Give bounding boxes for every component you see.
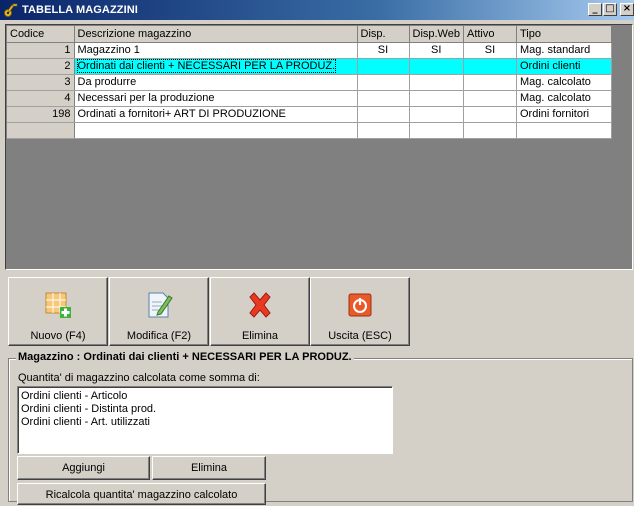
cell-code-text: 2 [64,60,71,72]
cell-type[interactable]: Ordini clienti [516,58,612,75]
list-item[interactable]: Ordini clienti - Distinta prod. [21,403,389,416]
column-header-active[interactable]: Attivo [463,26,517,43]
cell-disp[interactable]: SI [357,42,410,59]
cell-description[interactable]: Ordinati dai clienti + NECESSARI PER LA … [74,58,358,75]
cell-description-text: Ordinati dai clienti + NECESSARI PER LA … [76,59,337,73]
cell-disp-web[interactable] [409,106,464,123]
cell-description-text: Magazzino 1 [77,44,140,56]
cell-active[interactable]: SI [463,42,517,59]
cell-active[interactable] [463,90,517,107]
delete-x-icon [249,292,271,318]
cell-active[interactable] [463,74,517,91]
cell-description-text: Da produrre [77,76,137,88]
cell-description-text: Ordinati a fornitori+ ART DI PRODUZIONE [77,108,286,120]
cell-code-text: 198 [52,108,71,120]
column-header-description[interactable]: Descrizione magazzino [74,26,358,43]
table-row[interactable]: 198 Ordinati a fornitori+ ART DI PRODUZIO… [7,106,612,123]
cell-disp[interactable] [357,106,410,123]
add-item-button[interactable]: Aggiungi [17,456,150,480]
delete-button[interactable]: Elimina [210,277,310,346]
power-icon [348,293,372,317]
cell-description[interactable]: Da produrre [74,74,358,91]
cell-description-text: Necessari per la produzione [77,92,215,104]
edit-button-label: Modifica (F2) [126,330,192,342]
cell-active-text: SI [484,44,496,56]
cell-type-text: Mag. calcolato [519,76,591,88]
cell-disp-web-text: SI [431,44,442,56]
table-row[interactable] [7,122,612,139]
cell-code-text: 1 [64,44,71,56]
table-row[interactable]: 4 Necessari per la produzione Mag. calcola… [7,90,612,107]
sum-listbox[interactable]: Ordini clienti - Articolo Ordini clienti… [17,386,393,454]
maximize-button[interactable]: □ [603,3,617,16]
grid-header: Codice Descrizione magazzino Disp. Disp.… [7,26,612,43]
new-button[interactable]: Nuovo (F4) [8,277,108,346]
cell-disp[interactable] [357,58,410,75]
cell-disp[interactable] [357,122,410,139]
cell-code[interactable]: 1 [7,42,75,59]
cell-active[interactable] [463,106,517,123]
cell-disp-web[interactable]: SI [409,42,464,59]
cell-description[interactable] [74,122,358,139]
cell-type[interactable]: Ordini fornitori [516,106,612,123]
table-row[interactable]: 3 Da produrre Mag. calcolato [7,74,612,91]
cell-code[interactable]: 198 [7,106,75,123]
edit-document-icon [148,292,173,318]
cell-disp-web[interactable] [409,74,464,91]
cell-type-text: Mag. calcolato [519,92,591,104]
main-window: TABELLA MAGAZZINI _ □ × Codice Descrizio… [0,0,634,505]
cell-description[interactable]: Necessari per la produzione [74,90,358,107]
new-button-label: Nuovo (F4) [30,330,86,342]
cell-disp[interactable] [357,90,410,107]
column-header-type[interactable]: Tipo [516,26,612,43]
cell-code[interactable] [7,122,75,139]
cell-code[interactable]: 3 [7,74,75,91]
cell-active[interactable] [463,122,517,139]
warehouse-table: Codice Descrizione magazzino Disp. Disp.… [7,26,612,139]
warehouse-grid[interactable]: Codice Descrizione magazzino Disp. Disp.… [5,24,633,270]
window-title: TABELLA MAGAZZINI [22,4,138,16]
remove-item-button[interactable]: Elimina [152,456,266,480]
cell-disp[interactable] [357,74,410,91]
list-item[interactable]: Ordini clienti - Articolo [21,390,389,403]
cell-type[interactable] [516,122,612,139]
cell-type-text: Ordini clienti [519,60,581,72]
table-row[interactable]: 2 Ordinati dai clienti + NECESSARI PER LA… [7,58,612,75]
cell-type[interactable]: Mag. calcolato [516,90,612,107]
cell-type-text: Mag. standard [519,44,591,56]
column-header-disp[interactable]: Disp. [357,26,410,43]
exit-button-label: Uscita (ESC) [328,330,392,342]
edit-button[interactable]: Modifica (F2) [109,277,209,346]
add-grid-icon [45,292,71,318]
column-header-code[interactable]: Codice [7,26,75,43]
title-bar[interactable]: TABELLA MAGAZZINI _ □ × [0,0,634,20]
cell-type-text: Ordini fornitori [519,108,590,120]
keys-icon [4,3,18,17]
cell-disp-web[interactable] [409,122,464,139]
column-header-disp-web[interactable]: Disp.Web [409,26,464,43]
cell-code-text: 3 [64,76,71,88]
cell-code[interactable]: 2 [7,58,75,75]
list-item[interactable]: Ordini clienti - Art. utilizzati [21,416,389,429]
cell-code-text: 4 [64,92,71,104]
detail-group-title: Magazzino : Ordinati dai clienti + NECES… [16,351,354,363]
cell-disp-web[interactable] [409,90,464,107]
cell-disp-web[interactable] [409,58,464,75]
cell-code[interactable]: 4 [7,90,75,107]
exit-button[interactable]: Uscita (ESC) [310,277,410,346]
minimize-button[interactable]: _ [588,3,602,16]
cell-type[interactable]: Mag. calcolato [516,74,612,91]
cell-type[interactable]: Mag. standard [516,42,612,59]
delete-button-label: Elimina [241,330,279,342]
cell-disp-text: SI [377,44,389,56]
sum-label: Quantita' di magazzino calcolata come so… [18,372,260,384]
cell-description[interactable]: Ordinati a fornitori+ ART DI PRODUZIONE [74,106,358,123]
table-row[interactable]: 1 Magazzino 1 SI SI SI Mag. standard [7,42,612,59]
cell-active[interactable] [463,58,517,75]
close-button[interactable]: × [620,3,634,16]
cell-description[interactable]: Magazzino 1 [74,42,358,59]
